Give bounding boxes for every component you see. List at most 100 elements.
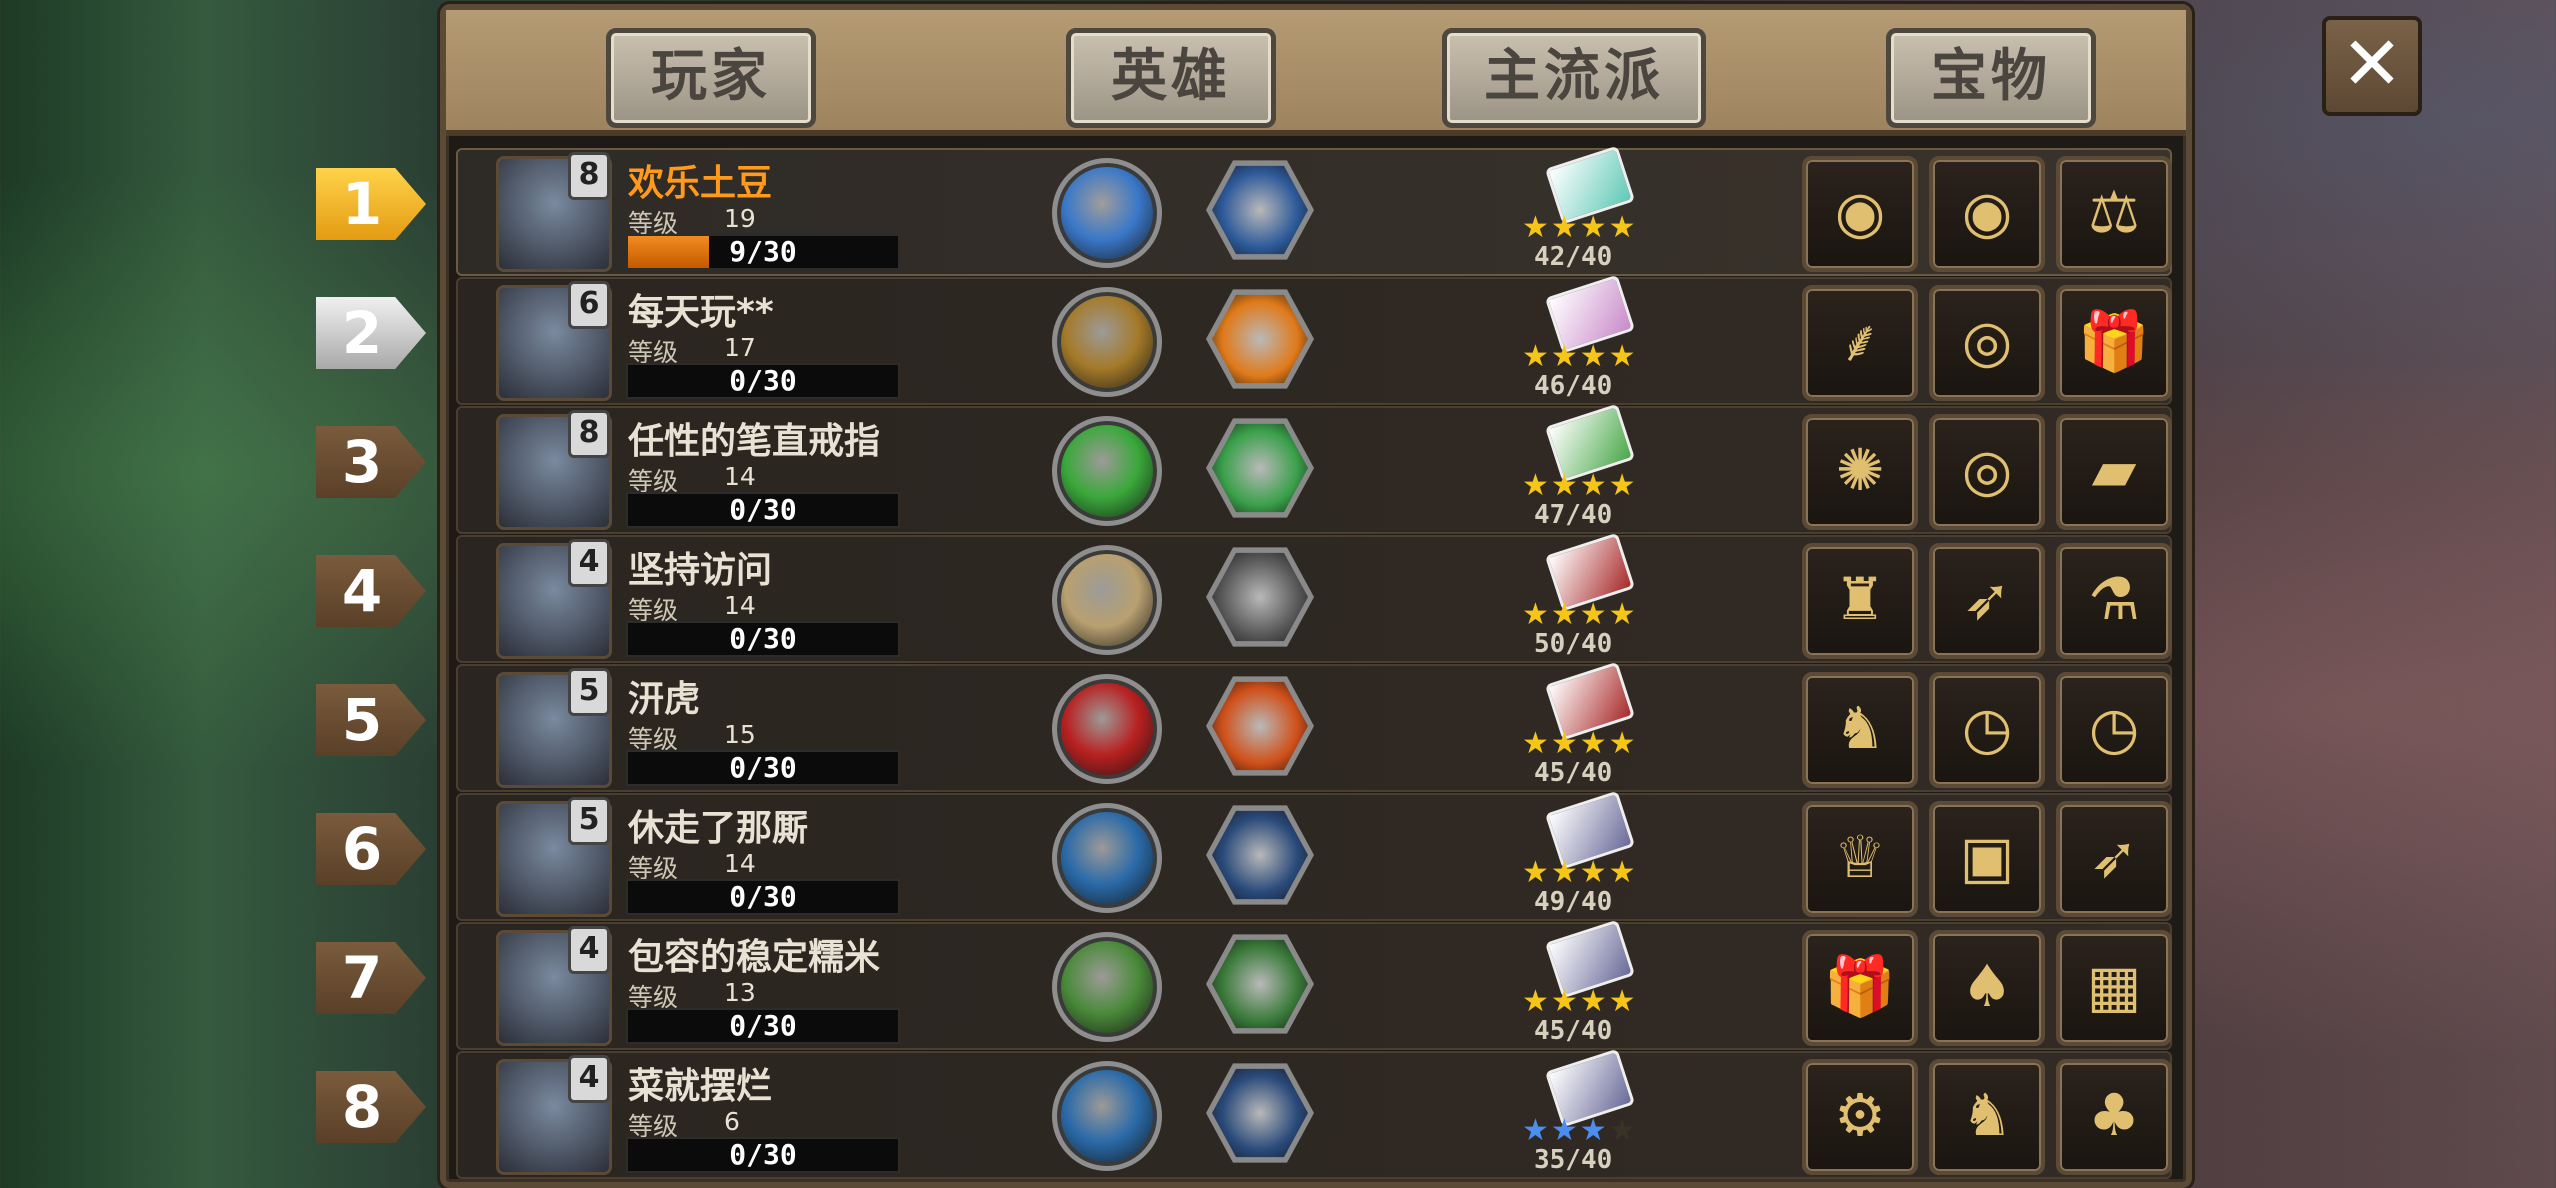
hero-skill-icon[interactable] xyxy=(1052,158,1162,268)
faction-icon-inner xyxy=(1212,294,1308,384)
faction-score: 50/40 xyxy=(1534,629,1613,659)
hero-skill-icon[interactable] xyxy=(1052,1061,1162,1171)
level-value: 14 xyxy=(724,591,756,620)
progress-bar: 9/30 xyxy=(626,234,900,270)
hero-skill-icon[interactable] xyxy=(1052,674,1162,784)
player-row[interactable]: 8 欢乐土豆 等级 19 9/30 ★★★★ 42/40 ◉ ◉ ⚖ xyxy=(456,145,2172,276)
tab-players[interactable]: 玩家 xyxy=(606,28,816,128)
faction-icon[interactable] xyxy=(1206,1063,1314,1163)
star-rating: ★★★★ xyxy=(1522,597,1638,632)
player-row[interactable]: 4 坚持访问 等级 14 0/30 ★★★★ 50/40 ♜ ➶ ⚗ xyxy=(456,532,2172,663)
dark-bow-icon[interactable]: ➶ xyxy=(2056,801,2172,917)
compass-icon[interactable]: ◎ xyxy=(1929,414,2045,530)
broom-icon[interactable]: ⸙ xyxy=(1802,285,1918,401)
playing-cards-icon[interactable]: ♠ xyxy=(1929,930,2045,1046)
leaderboard-panel: 玩家 英雄 主流派 宝物 8 欢乐土豆 等级 19 9/30 ★★★★ 42/40 ◉ ◉ ⚖ 6 每… xyxy=(440,4,2192,1188)
hero-level-badge: 5 xyxy=(568,668,610,716)
green-book-icon[interactable]: ▰ xyxy=(2056,414,2172,530)
treasure-chest-icon[interactable]: ▣ xyxy=(1929,801,2045,917)
progress-bar: 0/30 xyxy=(626,492,900,528)
hero-level-badge: 4 xyxy=(568,926,610,974)
hero-level-badge: 4 xyxy=(568,539,610,587)
progress-text: 0/30 xyxy=(729,880,797,913)
faction-icon[interactable] xyxy=(1206,547,1314,647)
clover-icon[interactable]: ♣ xyxy=(2056,1059,2172,1175)
star-rating: ★★★★ xyxy=(1522,339,1638,374)
player-row[interactable]: 4 包容的稳定糯米 等级 13 0/30 ★★★★ 45/40 🎁 ♠ ▦ xyxy=(456,919,2172,1050)
player-name: 每天玩** xyxy=(628,292,774,333)
progress-text: 0/30 xyxy=(729,364,797,397)
progress-bar: 0/30 xyxy=(626,363,900,399)
hero-skill-icon[interactable] xyxy=(1052,416,1162,526)
faction-score: 47/40 xyxy=(1534,500,1613,530)
player-name: 任性的笔直戒指 xyxy=(628,421,881,462)
faction-icon[interactable] xyxy=(1206,934,1314,1034)
faction-score: 35/40 xyxy=(1534,1145,1613,1175)
star-rating: ★★★★ xyxy=(1522,984,1638,1019)
bottle-cap-icon[interactable]: ◉ xyxy=(1929,156,2045,272)
bottle-cap-icon[interactable]: ◉ xyxy=(1802,156,1918,272)
star-rating: ★★★★ xyxy=(1522,210,1638,245)
faction-icon[interactable] xyxy=(1206,418,1314,518)
faction-icon-inner xyxy=(1212,423,1308,513)
faction-score: 46/40 xyxy=(1534,371,1613,401)
hero-skill-icon[interactable] xyxy=(1052,803,1162,913)
progress-text: 0/30 xyxy=(729,1138,797,1171)
hero-level-badge: 8 xyxy=(568,410,610,458)
goblet-icon[interactable]: ♕ xyxy=(1802,801,1918,917)
level-value: 14 xyxy=(724,462,756,491)
star-rating: ★★★★ xyxy=(1522,855,1638,890)
pocket-watch-icon[interactable]: ◷ xyxy=(1929,672,2045,788)
faction-icon[interactable] xyxy=(1206,289,1314,389)
player-row[interactable]: 6 每天玩** 等级 17 0/30 ★★★★ 46/40 ⸙ ◎ 🎁 xyxy=(456,274,2172,405)
level-value: 6 xyxy=(724,1107,740,1136)
player-row[interactable]: 5 休走了那厮 等级 14 0/30 ★★★★ 49/40 ♕ ▣ ➶ xyxy=(456,790,2172,921)
faction-icon-inner xyxy=(1212,552,1308,642)
player-name: 包容的稳定糯米 xyxy=(628,937,881,978)
faction-score: 45/40 xyxy=(1534,758,1613,788)
faction-icon-inner xyxy=(1212,810,1308,900)
close-button[interactable]: ✕ xyxy=(2322,16,2422,116)
player-name: 菜就摆烂 xyxy=(628,1066,773,1107)
progress-bar: 0/30 xyxy=(626,879,900,915)
gift-box-icon[interactable]: 🎁 xyxy=(1802,930,1918,1046)
player-name: 汧虎 xyxy=(628,679,701,720)
level-value: 13 xyxy=(724,978,756,1007)
red-ninja-icon[interactable]: ♞ xyxy=(1929,1059,2045,1175)
tab-heroes[interactable]: 英雄 xyxy=(1066,28,1276,128)
gift-box-icon[interactable]: 🎁 xyxy=(2056,285,2172,401)
player-row[interactable]: 5 汧虎 等级 15 0/30 ★★★★ 45/40 ♞ ◷ ◷ xyxy=(456,661,2172,792)
player-name: 休走了那厮 xyxy=(628,808,809,849)
player-row[interactable]: 4 菜就摆烂 等级 6 0/30 ★★★★ 35/40 ⚙ ♞ ♣ xyxy=(456,1048,2172,1179)
pocket-watch-icon[interactable]: ◷ xyxy=(2056,672,2172,788)
progress-bar: 0/30 xyxy=(626,621,900,657)
gear-icon[interactable]: ⚙ xyxy=(1802,1059,1918,1175)
level-value: 19 xyxy=(724,204,756,233)
star-rating: ★★★★ xyxy=(1522,468,1638,503)
red-ninja-icon[interactable]: ♞ xyxy=(1802,672,1918,788)
compass-icon[interactable]: ◎ xyxy=(1929,285,2045,401)
hero-skill-icon[interactable] xyxy=(1052,545,1162,655)
faction-icon[interactable] xyxy=(1206,160,1314,260)
potion-icon[interactable]: ⚗ xyxy=(2056,543,2172,659)
hero-skill-icon[interactable] xyxy=(1052,932,1162,1042)
rune-stone-icon[interactable]: ✺ xyxy=(1802,414,1918,530)
progress-text: 0/30 xyxy=(729,1009,797,1042)
tab-treasures[interactable]: 宝物 xyxy=(1886,28,2096,128)
dark-chest-icon[interactable]: ▦ xyxy=(2056,930,2172,1046)
tab-main-faction[interactable]: 主流派 xyxy=(1442,28,1706,128)
dark-bow-icon[interactable]: ➶ xyxy=(1929,543,2045,659)
faction-score: 42/40 xyxy=(1534,242,1613,272)
faction-icon-inner xyxy=(1212,165,1308,255)
lantern-icon[interactable]: ♜ xyxy=(1802,543,1918,659)
progress-bar: 0/30 xyxy=(626,1008,900,1044)
faction-icon[interactable] xyxy=(1206,676,1314,776)
progress-text: 9/30 xyxy=(729,235,797,268)
progress-bar: 0/30 xyxy=(626,750,900,786)
scales-icon[interactable]: ⚖ xyxy=(2056,156,2172,272)
player-name: 欢乐土豆 xyxy=(628,163,773,204)
hero-skill-icon[interactable] xyxy=(1052,287,1162,397)
player-name: 坚持访问 xyxy=(628,550,773,591)
faction-icon[interactable] xyxy=(1206,805,1314,905)
player-row[interactable]: 8 任性的笔直戒指 等级 14 0/30 ★★★★ 47/40 ✺ ◎ ▰ xyxy=(456,403,2172,534)
